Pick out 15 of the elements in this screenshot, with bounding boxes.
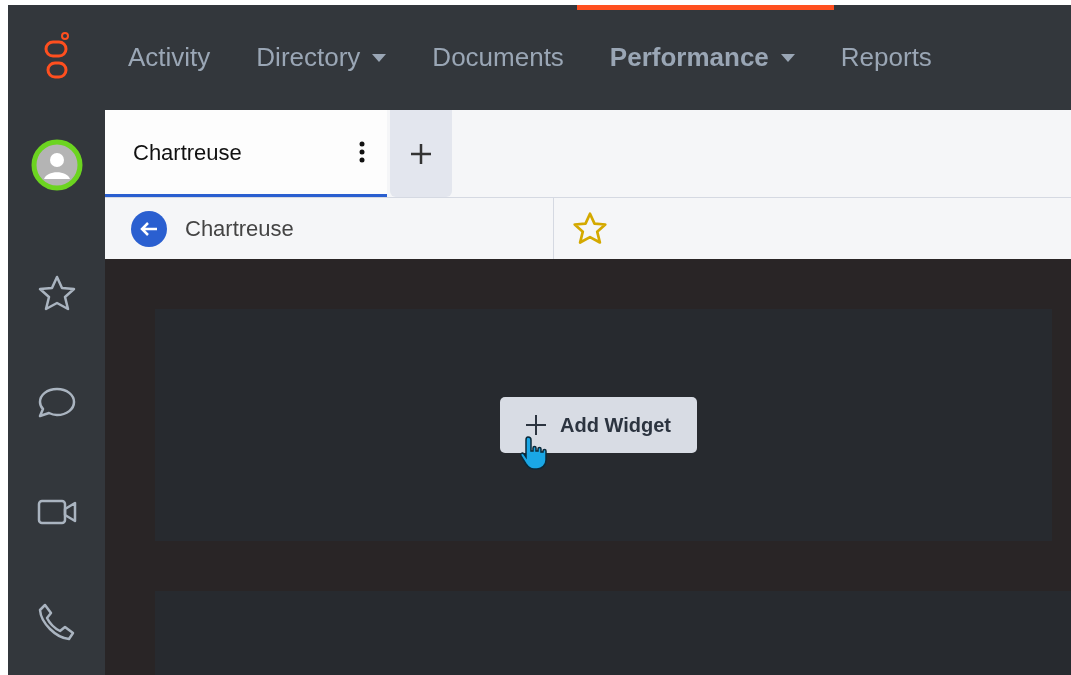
dashboard-tab[interactable]: Chartreuse	[105, 110, 387, 197]
more-options-icon[interactable]	[359, 141, 365, 163]
nav-link[interactable]: Activity	[105, 5, 234, 110]
hand-cursor-icon	[520, 435, 548, 471]
tab-label: Chartreuse	[133, 138, 242, 167]
add-widget-button[interactable]: Add Widget	[500, 397, 697, 453]
plus-icon	[410, 142, 432, 165]
favorite-star-icon[interactable]	[571, 210, 609, 247]
nav-link[interactable]: Directory	[233, 5, 410, 110]
nav-link[interactable]: Reports	[817, 5, 955, 110]
back-icon[interactable]	[131, 210, 167, 247]
nav-link[interactable]: Documents	[409, 5, 587, 110]
dashboard-title: Chartreuse	[185, 215, 294, 243]
avatar-icon[interactable]	[30, 139, 83, 191]
plus-icon	[526, 415, 546, 435]
